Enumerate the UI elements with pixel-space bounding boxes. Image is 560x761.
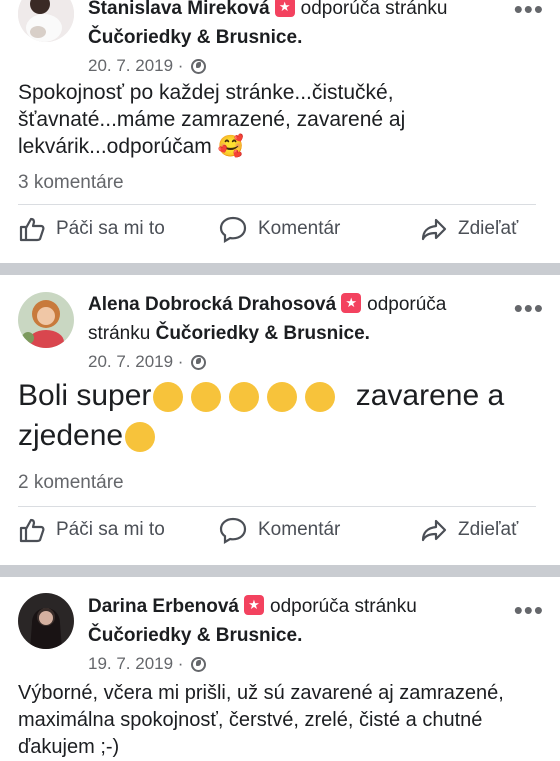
globe-icon <box>191 657 207 672</box>
post-header: Alena Dobrocká Drahosováodporúča stránku… <box>88 290 500 348</box>
comments-count[interactable]: 2 komentáre <box>18 472 124 494</box>
avatar[interactable] <box>18 593 74 649</box>
divider <box>18 506 536 507</box>
share-arrow-icon <box>421 519 447 542</box>
post-header: Stanislava Mireková odporúča stránku Čučo… <box>88 0 500 52</box>
post-date[interactable]: 19. 7. 2019 · <box>88 654 183 673</box>
comment-bubble-icon <box>219 517 247 544</box>
smiling-emoji-icon <box>125 422 156 453</box>
page-link[interactable]: Čučoriedky & Brusnice. <box>88 625 302 646</box>
post-date[interactable]: 20. 7. 2019 · <box>88 352 183 371</box>
avatar-image <box>18 593 74 649</box>
post-text-part: zjedene <box>18 419 124 452</box>
avatar-image <box>18 292 74 348</box>
thumbs-up-icon <box>19 518 45 543</box>
post-text: Spokojnosť po každej stránke...čistučké,… <box>18 81 406 158</box>
comment-bubble-icon <box>219 216 247 243</box>
avatar[interactable] <box>18 292 74 348</box>
post-date[interactable]: 20. 7. 2019 · <box>88 56 183 75</box>
post-meta: 19. 7. 2019 · <box>88 654 207 674</box>
more-icon[interactable]: ••• <box>514 0 544 22</box>
share-button[interactable]: Zdieľať <box>420 516 518 544</box>
like-label: Páči sa mi to <box>56 519 165 540</box>
author-name[interactable]: Alena Dobrocká Drahosová <box>88 294 336 315</box>
share-arrow-icon <box>421 218 447 241</box>
post-meta: 20. 7. 2019 · <box>88 56 207 76</box>
action-bar: Páči sa mi to Komentár Zdieľať <box>0 516 560 556</box>
avatar[interactable] <box>18 0 74 42</box>
post-header: Darina Erbenová odporúča stránku Čučoried… <box>88 592 500 650</box>
recommends-text: odporúča stránku <box>300 0 448 19</box>
comment-button[interactable]: Komentár <box>218 516 340 544</box>
recommends-text: odporúča stránku <box>270 596 417 617</box>
hugging-emoji-icon <box>151 379 336 413</box>
recommend-star-icon <box>244 595 264 615</box>
like-button[interactable]: Páči sa mi to <box>18 215 165 243</box>
post-separator <box>0 263 560 275</box>
share-label: Zdieľať <box>458 218 519 239</box>
recommend-star-icon <box>341 293 362 313</box>
post-2: Alena Dobrocká Drahosováodporúča stránku… <box>0 275 560 565</box>
share-button[interactable]: Zdieľať <box>420 215 518 243</box>
post-text: Boli super zavarene a zjedene <box>18 376 536 456</box>
comment-label: Komentár <box>258 218 341 239</box>
page-link[interactable]: Čučoriedky & Brusnice. <box>88 27 302 48</box>
post-1: Stanislava Mireková odporúča stránku Čučo… <box>0 0 560 260</box>
post-meta: 20. 7. 2019 · <box>88 352 207 372</box>
author-name[interactable]: Stanislava Mireková <box>88 0 270 19</box>
globe-icon <box>191 355 207 370</box>
comments-count[interactable]: 3 komentáre <box>18 172 124 194</box>
share-label: Zdieľať <box>458 519 519 540</box>
thumbs-up-icon <box>19 217 45 242</box>
author-name[interactable]: Darina Erbenová <box>88 596 239 617</box>
page-link[interactable]: Čučoriedky & Brusnice. <box>156 323 370 344</box>
like-label: Páči sa mi to <box>56 218 165 239</box>
more-icon[interactable]: ••• <box>514 295 544 321</box>
post-text-part: zavarene a <box>355 379 505 412</box>
globe-icon <box>191 59 207 74</box>
action-bar: Páči sa mi to Komentár Zdieľať <box>0 215 560 255</box>
more-icon[interactable]: ••• <box>514 597 544 623</box>
post-text-part: Boli super <box>18 379 152 412</box>
recommend-star-icon <box>274 0 295 17</box>
divider <box>18 204 536 205</box>
avatar-image <box>18 0 74 42</box>
comment-label: Komentár <box>258 519 341 540</box>
like-button[interactable]: Páči sa mi to <box>18 516 165 544</box>
post-separator <box>0 565 560 577</box>
comment-button[interactable]: Komentár <box>218 215 340 243</box>
post-3: Darina Erbenová odporúča stránku Čučoried… <box>0 577 560 758</box>
post-text: Výborné, včera mi prišli, už sú zavarené… <box>18 682 504 758</box>
